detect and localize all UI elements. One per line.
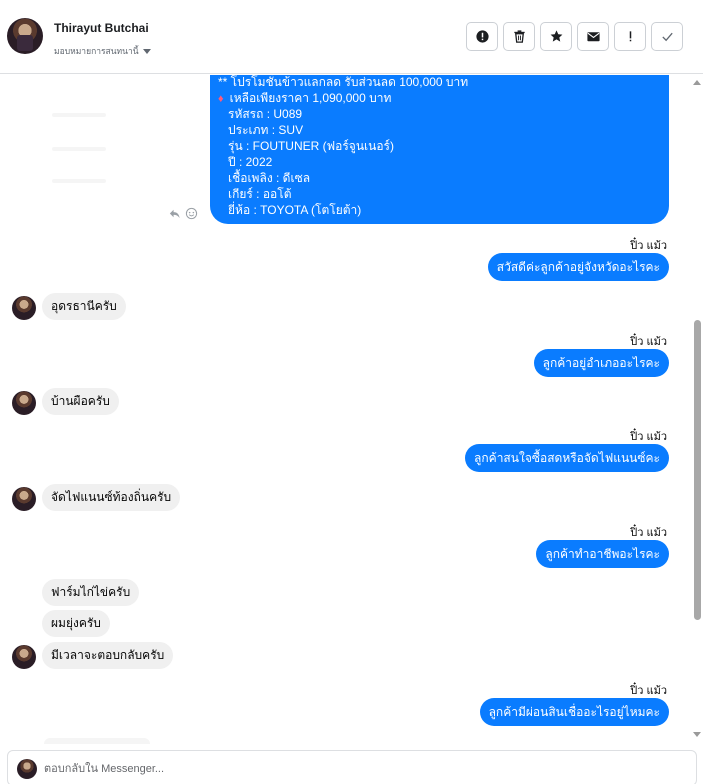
conversation-scrollbar[interactable] [693, 75, 701, 744]
contact-avatar-small [12, 487, 36, 511]
scroll-up-arrow-icon[interactable] [693, 80, 701, 85]
ghost-placeholder [52, 147, 106, 151]
contact-name[interactable]: Thirayut Butchai [54, 21, 149, 35]
car-brand-line: ยี่ห้อ : TOYOTA (โตโยต้า) [228, 203, 362, 217]
ghost-placeholder [44, 738, 150, 744]
star-button[interactable] [540, 22, 572, 51]
outgoing-message[interactable]: ลูกค้าทำอาชีพอะไรคะ [536, 540, 669, 568]
react-emoji-icon[interactable] [185, 207, 198, 220]
outgoing-message[interactable]: ลูกค้าอยู่อำเภออะไรคะ [533, 349, 669, 377]
contact-avatar-small [12, 645, 36, 669]
incoming-message[interactable]: มีเวลาจะตอบกลับครับ [42, 642, 174, 669]
exclamation-icon [629, 31, 631, 42]
conversation-header: Thirayut Butchai มอบหมายการสนทนานี้ [0, 0, 703, 74]
incoming-message[interactable]: บ้านผือครับ [42, 388, 119, 415]
incoming-message[interactable]: ฟาร์มไก่ไข่ครับ [42, 579, 140, 606]
delete-button[interactable] [503, 22, 535, 51]
car-model-line: รุ่น : FOUTUNER (ฟอร์จูนเนอร์) [228, 139, 394, 153]
assign-label: มอบหมายการสนทนานี้ [54, 46, 139, 56]
follow-up-button[interactable] [614, 22, 646, 51]
star-icon [550, 30, 562, 42]
reply-icon[interactable] [168, 207, 181, 220]
contact-avatar-small [12, 296, 36, 320]
ghost-placeholder [52, 113, 106, 117]
outgoing-message[interactable]: ลูกค้าสนใจซื้อสดหรือจัดไฟแนนซ์คะ [465, 444, 669, 472]
sender-name: ปิ๋ว แม้ว [630, 431, 667, 443]
car-year-line: ปี : 2022 [228, 155, 273, 169]
envelope-icon [586, 32, 600, 42]
ghost-placeholder [52, 179, 106, 183]
sender-name: ปิ๋ว แม้ว [630, 336, 667, 348]
incoming-message[interactable]: จัดไฟแนนซ์ท้องถิ่นครับ [42, 484, 181, 511]
price-line: ♦ เหลือเพียงราคา 1,090,000 บาท [218, 91, 392, 105]
outgoing-message[interactable]: สวัสดีค่ะลูกค้าอยู่จังหวัดอะไรคะ [487, 253, 669, 281]
assign-conversation-dropdown[interactable]: มอบหมายการสนทนานี้ [54, 44, 151, 58]
outgoing-message[interactable]: ลูกค้ามีผ่อนสินเชื่ออะไรอยู่ไหมคะ [479, 698, 669, 726]
incoming-message[interactable]: ผมยุ่งครับ [42, 610, 110, 637]
message-tools [168, 207, 198, 220]
conversation-actions [466, 22, 683, 51]
reply-composer [7, 750, 697, 784]
ribbon-icon: ♦ [218, 93, 224, 105]
mark-done-button[interactable] [651, 22, 683, 51]
car-code-line: รหัสรถ : U089 [228, 107, 303, 121]
contact-avatar-small [12, 391, 36, 415]
car-gear-line: เกียร์ : ออโต้ [228, 187, 292, 201]
car-fuel-line: เชื้อเพลิง : ดีเซล [228, 171, 311, 185]
promo-line: ** โปรโมชั่นข้าวแลกลด รับส่วนลด 100,000 … [218, 75, 469, 89]
exclamation-circle-icon [475, 30, 489, 43]
caret-down-icon [142, 48, 151, 54]
scroll-down-arrow-icon[interactable] [693, 732, 701, 737]
trash-icon [513, 30, 525, 43]
mark-unread-button[interactable] [577, 22, 609, 51]
incoming-message[interactable]: อุดรธานีครับ [42, 293, 126, 320]
conversation-thread[interactable]: ** โปรโมชั่นข้าวแลกลด รับส่วนลด 100,000 … [0, 75, 691, 744]
sender-name: ปิ๋ว แม้ว [630, 527, 667, 539]
page-avatar [17, 759, 37, 779]
sender-name: ปิ๋ว แม้ว [630, 685, 667, 697]
reply-input[interactable] [44, 760, 644, 778]
scrollbar-thumb[interactable] [694, 320, 701, 620]
product-card-message[interactable]: ** โปรโมชั่นข้าวแลกลด รับส่วนลด 100,000 … [210, 75, 669, 224]
sender-name: ปิ๋ว แม้ว [630, 240, 667, 252]
checkmark-icon [661, 32, 673, 42]
car-type-line: ประเภท : SUV [228, 123, 304, 137]
spam-button[interactable] [466, 22, 498, 51]
contact-avatar[interactable] [7, 18, 43, 54]
